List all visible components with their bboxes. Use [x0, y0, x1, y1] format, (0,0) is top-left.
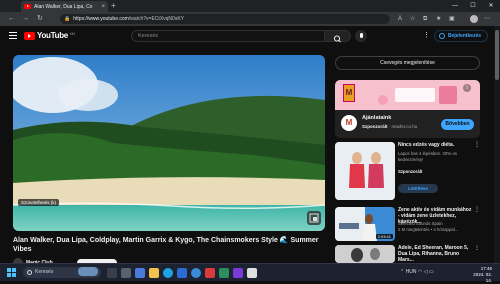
signin-button[interactable]: Bejelentkezés — [434, 30, 488, 42]
download-button[interactable]: Letöltése — [398, 184, 438, 193]
store-icon[interactable] — [177, 268, 187, 278]
language-indicator: HUN — [405, 269, 417, 275]
sponsored-label: Szponzorált — [398, 169, 423, 174]
recommendation-stats: 2 M megtekintés • 4 hónappal... — [398, 227, 459, 232]
maximize-icon[interactable]: ☐ — [464, 0, 482, 12]
video-player[interactable]: Szünetelhetés (k) — [13, 55, 325, 231]
extensions-icon[interactable]: ⧉ — [423, 15, 427, 23]
microphone-icon — [359, 32, 363, 38]
edge-icon[interactable] — [163, 268, 173, 278]
youtube-header: YouTube HU Keresés ⋮ Bejelentkezés — [0, 26, 500, 46]
thumbnail-image — [335, 245, 395, 263]
close-tab-icon[interactable]: × — [101, 4, 105, 10]
widget-icon[interactable] — [121, 268, 131, 278]
video-title: Alan Walker, Dua Lipa, Coldplay, Martin … — [13, 237, 319, 253]
ad-title: Ajánlataink — [362, 115, 392, 121]
browser-tab[interactable]: Alan Walker, Dua Lipa, Co × — [21, 1, 108, 12]
recommendation-title[interactable]: Nincs edzés vagy diéta. — [398, 142, 474, 148]
windows-start-icon[interactable] — [7, 268, 16, 277]
search-input[interactable]: Keresés — [131, 30, 325, 42]
browser-tab-bar: Alan Walker, Dua Lipa, Co × + — ☐ ✕ — [0, 0, 500, 12]
recommendation-channel[interactable]: Selected Sounds Spain — [398, 221, 476, 227]
search-highlight-image[interactable] — [78, 267, 98, 276]
youtube-logo-text: YouTube — [37, 31, 68, 40]
minimize-icon[interactable]: — — [446, 0, 464, 12]
logo-country-code: HU — [69, 31, 75, 36]
recommendation-description: Lapos has 4 lépésben. 30%-os kedvezmény! — [398, 151, 458, 162]
app-icon-red[interactable] — [205, 268, 215, 278]
ad-banner-graphic — [378, 86, 457, 105]
video-duration: 2:03:41 — [375, 234, 393, 239]
video-thumbnail[interactable] — [335, 245, 395, 263]
taskbar: Keresés ⌃ HUN ◠ ◁ ▭ 17:46 2024. 02. 14. — [0, 263, 500, 284]
youtube-logo-icon — [24, 31, 35, 40]
pip-icon — [309, 213, 319, 223]
video-thumbnail[interactable] — [335, 142, 395, 200]
voice-search-button[interactable] — [355, 30, 367, 42]
more-options-icon[interactable]: ⋮ — [474, 207, 480, 213]
tab-title: Alan Walker, Dua Lipa, Co — [34, 3, 93, 10]
ad-info-icon[interactable]: i — [463, 84, 471, 92]
user-icon — [439, 33, 445, 39]
list-item[interactable]: 2:03:41 Zene aktív és vidám munkához - v… — [335, 207, 480, 243]
url-text: https://www.youtube.com/watch?v=ECtXvqN0… — [73, 16, 184, 22]
profile-avatar[interactable] — [470, 15, 478, 23]
browser-menu-icon[interactable]: ⋯ — [484, 15, 490, 23]
new-tab-icon[interactable]: + — [111, 1, 116, 11]
more-options-icon[interactable]: ⋮ — [474, 142, 480, 148]
menu-icon[interactable] — [9, 32, 17, 39]
volume-icon: ◁ — [423, 269, 428, 275]
chevron-up-icon: ⌃ — [400, 269, 405, 275]
thumbnail-image — [335, 142, 395, 200]
list-item[interactable]: Nincs edzés vagy diéta. Lapos has 4 lépé… — [335, 142, 480, 202]
address-bar-row: ← → ↻ 🔒 https://www.youtube.com/watch?v=… — [0, 12, 500, 26]
task-view-icon[interactable] — [107, 268, 117, 278]
youtube-logo[interactable]: YouTube HU — [24, 31, 75, 40]
app-icon-white[interactable] — [247, 268, 257, 278]
forward-icon[interactable]: → — [22, 14, 29, 24]
app-icon-green[interactable] — [219, 268, 229, 278]
ad-banner-image: M — [335, 80, 480, 110]
browser-app-icon[interactable] — [191, 268, 201, 278]
system-tray[interactable]: ⌃ HUN ◠ ◁ ▭ — [400, 269, 434, 275]
search-icon — [27, 270, 32, 275]
recommendation-title[interactable]: Adele, Ed Sheeran, Maroon 5, Dua Lipa, R… — [398, 245, 474, 263]
clock-date: 2024. 02. 14. — [473, 272, 492, 283]
url-field[interactable]: 🔒 https://www.youtube.com/watch?v=ECtXvq… — [60, 14, 390, 24]
ad-subtitle: Szponzorált · maxfer.co.hu — [362, 124, 418, 129]
window-controls: — ☐ ✕ — [446, 0, 500, 12]
scrollbar-thumb[interactable] — [495, 30, 499, 80]
wifi-icon: ◠ — [417, 269, 423, 275]
search-icon — [333, 35, 341, 43]
show-chat-button[interactable]: Csevegés megjelenítése — [335, 56, 480, 70]
search-button[interactable] — [325, 30, 351, 43]
reload-icon[interactable]: ↻ — [37, 14, 43, 24]
video-frame — [13, 55, 325, 231]
more-options-icon[interactable]: ⋮ — [474, 245, 480, 251]
video-corner-icon[interactable] — [307, 211, 321, 225]
battery-icon: ▭ — [428, 269, 434, 275]
favorites-icon[interactable]: ★ — [436, 15, 441, 23]
video-overlay-badge: Szünetelhetés (k) — [18, 199, 60, 206]
close-window-icon[interactable]: ✕ — [482, 0, 500, 12]
learn-more-button[interactable]: Bővebben — [441, 119, 474, 130]
clock[interactable]: 17:46 2024. 02. 14. — [466, 266, 492, 284]
star-icon[interactable]: ☆ — [410, 15, 415, 23]
advertiser-logo-icon: M — [341, 115, 357, 131]
collections-icon[interactable]: ▣ — [449, 15, 455, 23]
reader-icon[interactable]: A — [398, 15, 402, 23]
file-explorer-icon[interactable] — [149, 268, 159, 278]
youtube-favicon-icon — [24, 4, 31, 9]
back-icon[interactable]: ← — [8, 14, 15, 24]
teams-icon[interactable] — [135, 268, 145, 278]
list-item[interactable]: Adele, Ed Sheeran, Maroon 5, Dua Lipa, R… — [335, 245, 480, 263]
app-icon-purple[interactable] — [233, 268, 243, 278]
signin-label: Bejelentkezés — [448, 33, 482, 39]
ad-card[interactable]: M i M Ajánlataink Szponzorált · maxfer.c… — [335, 80, 480, 138]
lock-icon: 🔒 — [64, 16, 71, 22]
video-thumbnail[interactable]: 2:03:41 — [335, 207, 395, 241]
settings-more-icon[interactable]: ⋮ — [423, 31, 430, 41]
